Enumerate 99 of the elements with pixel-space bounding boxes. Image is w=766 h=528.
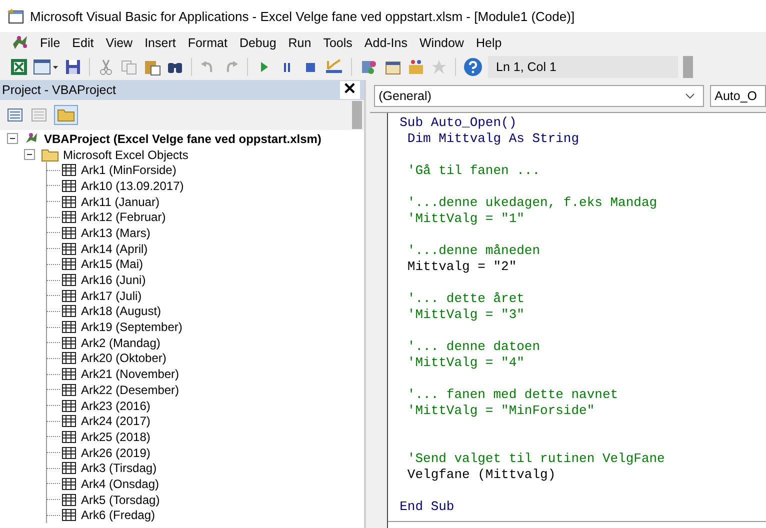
design-mode-icon[interactable]	[324, 58, 344, 76]
tree-item[interactable]: Ark16 (Juni)	[81, 273, 146, 288]
help-icon[interactable]	[463, 57, 483, 77]
sheet-icon	[61, 304, 77, 318]
code-line: '... dette året	[406, 291, 524, 306]
window-title: Microsoft Visual Basic for Applications - Excel Velge fane ved oppstart.xlsm - [Module1 (Code)]	[30, 8, 575, 24]
tree-item[interactable]: Ark14 (April)	[81, 242, 148, 256]
code-line: '... fanen med dette navnet	[406, 387, 618, 402]
menu-item[interactable]: Help	[470, 36, 508, 50]
tree-item[interactable]: Ark3 (Tirsdag)	[81, 461, 157, 476]
excel-icon[interactable]	[10, 58, 28, 76]
sheet-icon	[61, 210, 77, 224]
procedure-dropdown[interactable]: Auto_O	[710, 85, 766, 107]
sheet-icon	[61, 367, 77, 382]
tree-item[interactable]: Ark10 (13.09.2017)	[81, 178, 184, 193]
code-line: 'Gå til fanen ...	[406, 163, 540, 178]
sheet-icon	[61, 446, 77, 460]
tree-item[interactable]: Ark20 (Oktober)	[81, 351, 166, 366]
close-button[interactable]: ✕	[340, 81, 360, 99]
sheet-icon	[61, 476, 77, 491]
star-icon[interactable]	[430, 58, 448, 76]
sheet-icon	[61, 257, 77, 272]
tree-item[interactable]: Ark17 (Juli)	[81, 288, 142, 303]
tree-item[interactable]: Ark13 (Mars)	[81, 226, 150, 240]
save-icon[interactable]	[64, 58, 82, 76]
code-line: '...denne ukedagen, f.eks Mandag	[406, 195, 658, 210]
cursor-position: Ln 1, Col 1	[488, 56, 678, 78]
tree-item[interactable]: Microsoft Excel Objects	[63, 148, 188, 162]
cut-icon[interactable]	[97, 58, 115, 76]
sheet-icon	[61, 398, 77, 413]
code-line: 'MittValg = "4"	[406, 355, 524, 370]
tree-item[interactable]: Ark18 (August)	[81, 304, 162, 318]
code-line: Dim Mittvalg As String	[406, 131, 580, 146]
code-line: 'MittValg = "MinForside"	[406, 403, 595, 418]
chevron-icon	[684, 93, 695, 99]
tree-item[interactable]: Ark24 (2017)	[81, 414, 150, 428]
code-line: 'MittValg = "1"	[406, 211, 524, 226]
menu-item[interactable]: Insert	[138, 36, 182, 50]
sheet-icon	[61, 194, 77, 209]
paste-icon[interactable]	[143, 58, 161, 76]
tree-item[interactable]: Ark15 (Mai)	[81, 257, 144, 272]
toolbar-grip[interactable]	[352, 101, 362, 129]
sheet-icon	[61, 226, 77, 240]
menu-item[interactable]: Run	[282, 36, 318, 50]
toolbox-icon[interactable]	[407, 58, 425, 76]
code-line: '...denne måneden	[406, 243, 540, 258]
sheet-icon	[61, 178, 77, 193]
menu-item[interactable]: Tools	[317, 36, 358, 50]
tree-item[interactable]: Ark6 (Fredag)	[81, 508, 156, 522]
tree-item[interactable]: Ark26 (2019)	[81, 446, 150, 460]
sheet-icon	[61, 430, 77, 444]
tree-item[interactable]: Ark21 (November)	[81, 367, 180, 382]
insert-form-icon[interactable]	[33, 58, 59, 76]
code-line: Velgfane (Mittvalg)	[406, 467, 556, 482]
tree-item[interactable]: Ark5 (Torsdag)	[81, 492, 160, 507]
project-explorer-icon[interactable]	[359, 58, 379, 76]
toolbar-grip[interactable]	[683, 56, 693, 78]
collapse-toggle[interactable]	[24, 149, 35, 160]
sheet-icon	[61, 351, 77, 366]
tree-item[interactable]: Ark22 (Desember)	[81, 382, 180, 397]
collapse-toggle[interactable]	[7, 133, 18, 144]
view-code-icon[interactable]	[6, 107, 24, 123]
tree-item[interactable]: Ark4 (Onsdag)	[81, 476, 160, 491]
menu-item[interactable]: Edit	[66, 36, 100, 50]
tree-item[interactable]: Ark23 (2016)	[81, 398, 150, 413]
menu-item[interactable]: File	[34, 36, 66, 50]
sheet-icon	[61, 336, 77, 350]
code-line: Mittvalg = "2"	[406, 259, 517, 274]
menu-item[interactable]: Add-Ins	[358, 36, 414, 50]
menu-item[interactable]: Window	[414, 36, 470, 50]
menu-item[interactable]: View	[100, 36, 139, 50]
sheet-icon	[61, 273, 77, 288]
code-line: 'MittValg = "3"	[406, 307, 524, 322]
tree-item[interactable]: Ark25 (2018)	[81, 430, 150, 444]
sheet-icon	[61, 492, 77, 507]
object-dropdown[interactable]: (General)	[374, 85, 704, 107]
tree-item[interactable]: Ark2 (Mandag)	[81, 336, 160, 350]
tree-item[interactable]: Ark11 (Januar)	[81, 194, 160, 209]
sheet-icon	[61, 508, 77, 522]
sheet-icon	[61, 461, 77, 476]
sheet-icon	[61, 414, 77, 428]
tree-item[interactable]: Ark12 (Februar)	[81, 210, 166, 224]
code-line: 'Send valget til rutinen VelgFane	[406, 451, 665, 466]
sheet-icon	[61, 242, 77, 256]
sheet-icon	[61, 382, 77, 397]
tree-item[interactable]: Ark1 (MinForside)	[81, 163, 176, 178]
code-line: Sub Auto_Open()	[400, 115, 517, 130]
sheet-icon	[61, 288, 77, 303]
tree-item[interactable]: VBAProject (Excel Velge fane ved oppstart.xlsm)	[44, 132, 322, 146]
code-line: End Sub	[400, 499, 454, 514]
app-icon	[6, 8, 24, 24]
code-line: '... denne datoen	[406, 339, 540, 354]
toggle-folders-button[interactable]	[54, 105, 78, 125]
menu-item[interactable]: Debug	[233, 36, 282, 50]
tree-item[interactable]: Ark19 (September)	[81, 320, 182, 334]
pane-title: Project - VBAProject	[2, 83, 116, 97]
menu-item[interactable]: Format	[182, 36, 234, 50]
sheet-icon	[61, 320, 77, 334]
sheet-icon	[61, 163, 77, 178]
